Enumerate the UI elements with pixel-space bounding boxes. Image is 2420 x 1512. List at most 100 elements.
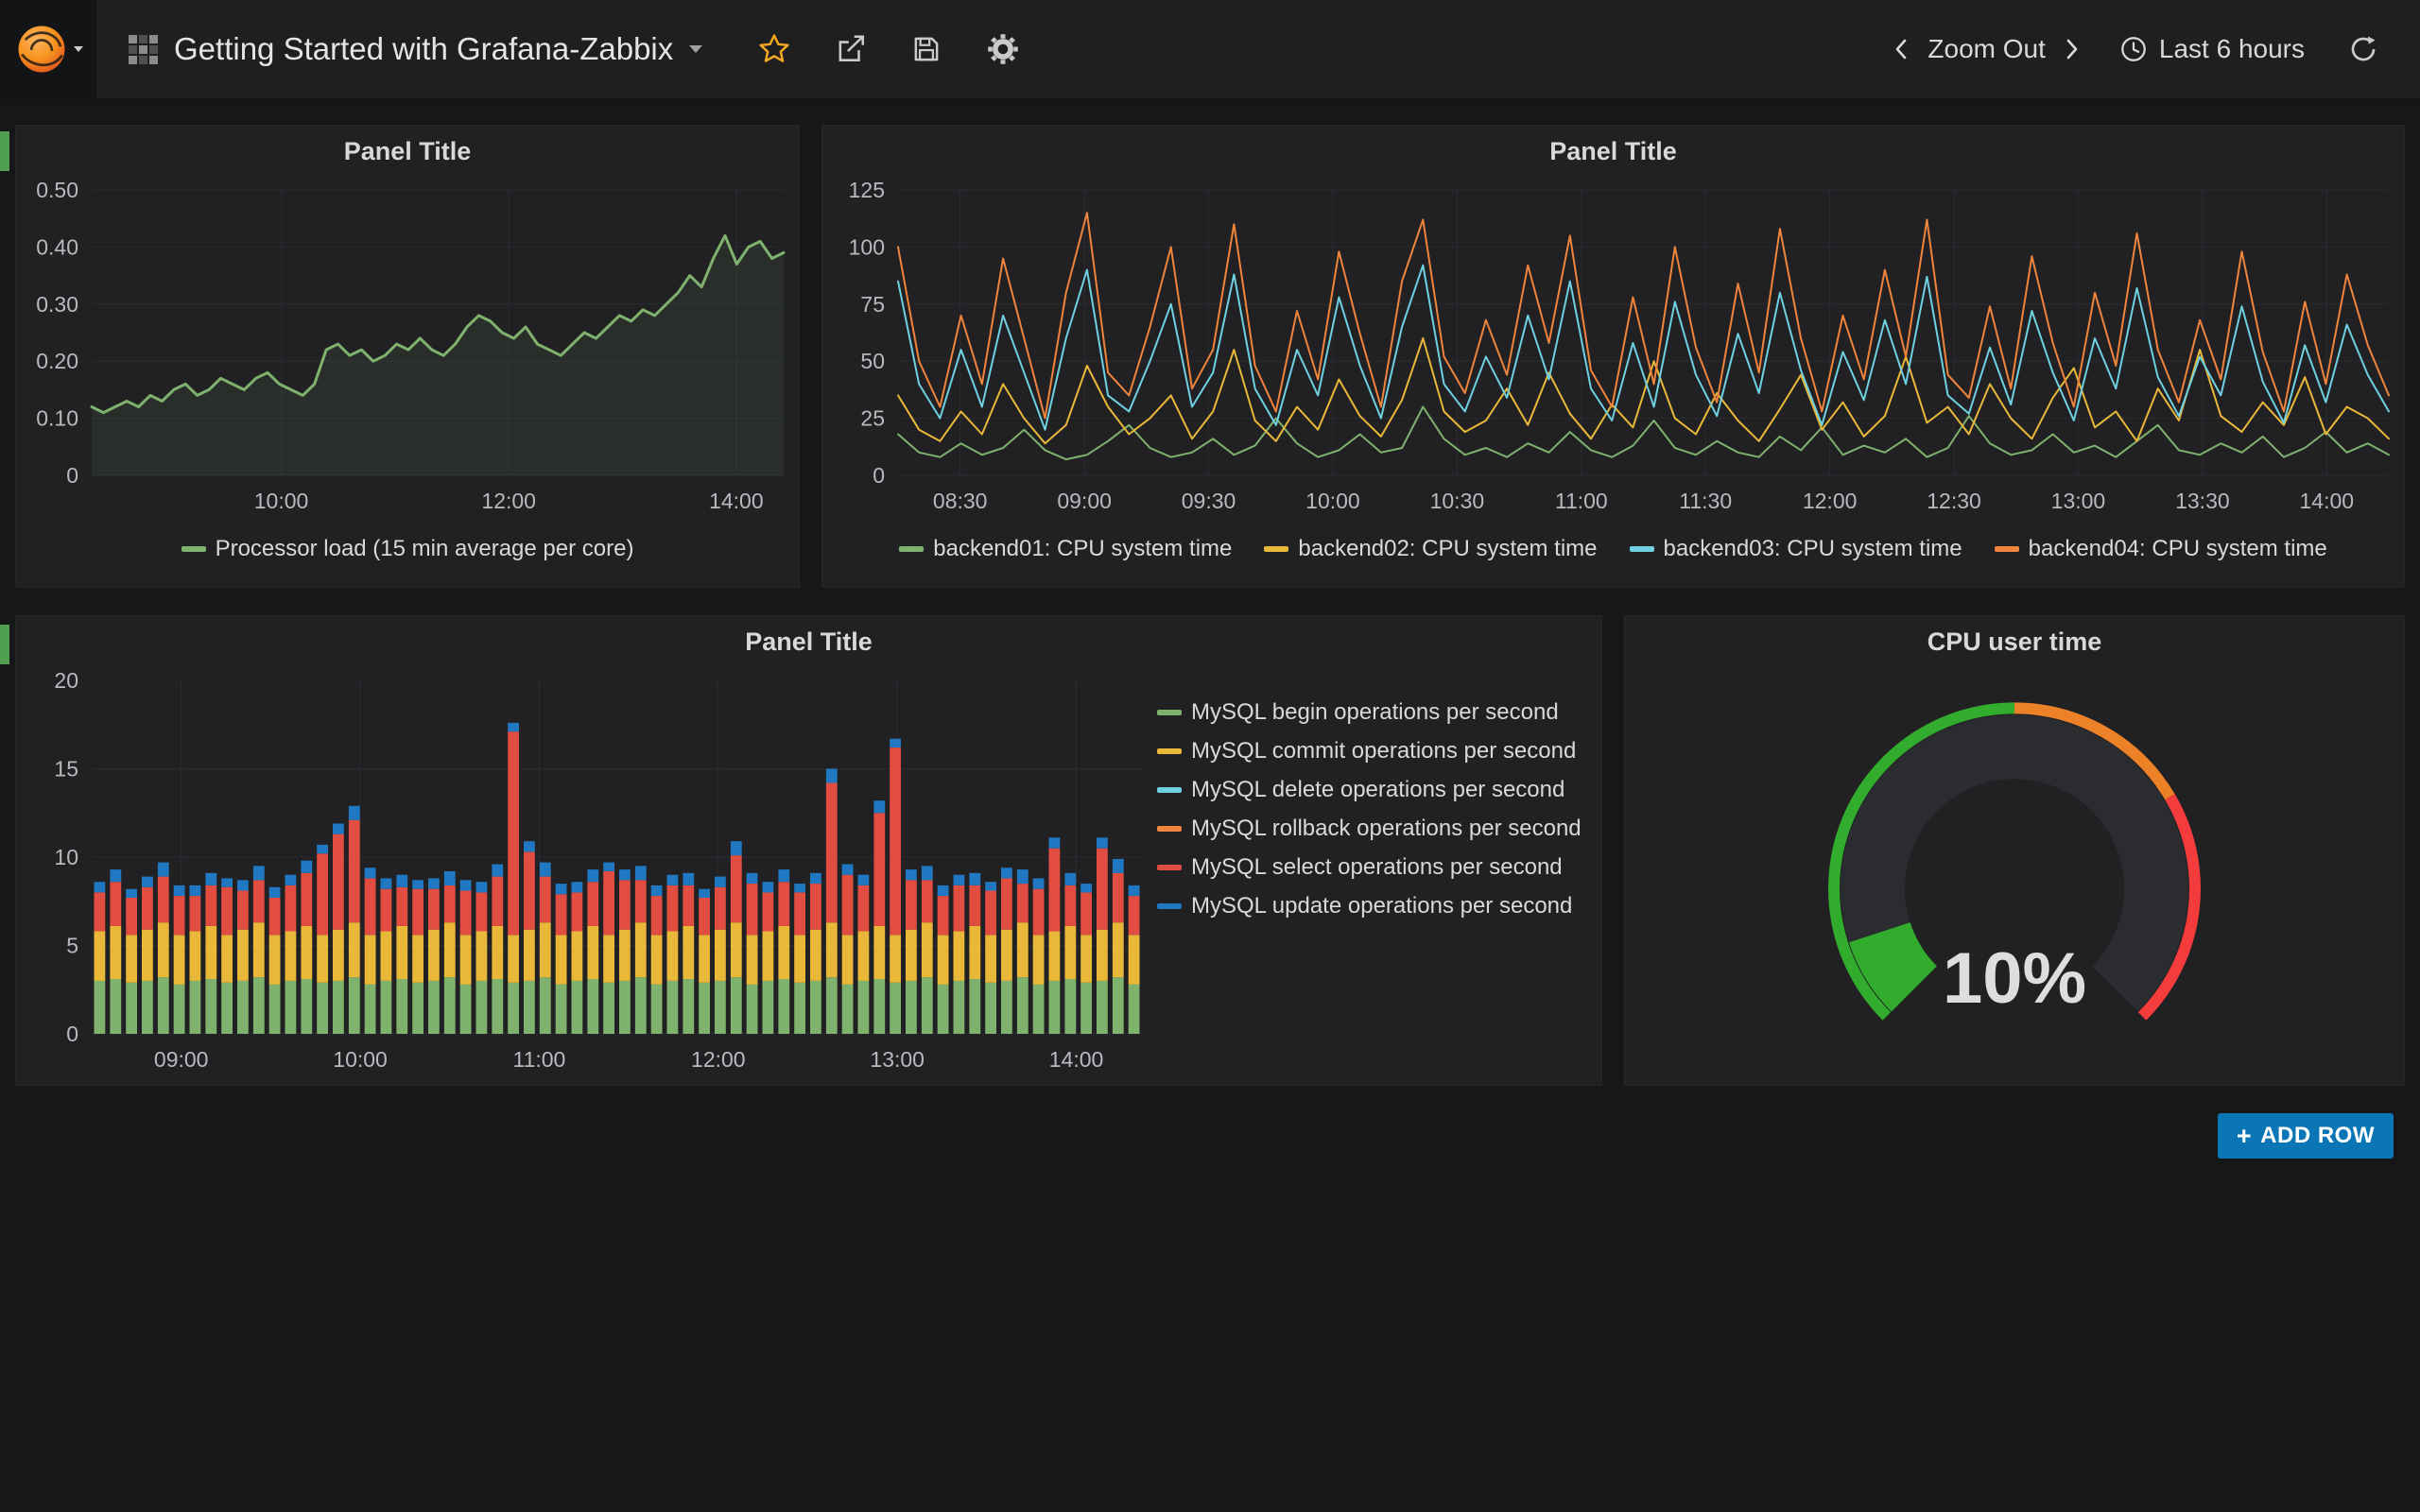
- save-icon: [910, 33, 942, 65]
- plus-icon: +: [2237, 1124, 2252, 1149]
- svg-text:13:30: 13:30: [2175, 489, 2230, 513]
- legend-item[interactable]: MySQL commit operations per second: [1157, 738, 1588, 765]
- time-range-label: Last 6 hours: [2159, 34, 2305, 64]
- svg-text:10:00: 10:00: [1305, 489, 1360, 513]
- svg-text:100: 100: [849, 234, 885, 259]
- legend-label: Processor load (15 min average per core): [216, 536, 634, 562]
- dashboard-title-dropdown[interactable]: Getting Started with Grafana-Zabbix: [129, 0, 702, 98]
- svg-text:0.20: 0.20: [36, 349, 78, 373]
- cpu-user-time-gauge[interactable]: 10%: [1625, 665, 2404, 1087]
- navbar: Getting Started with Grafana-Zabbix: [0, 0, 2420, 99]
- svg-text:5: 5: [66, 934, 78, 958]
- settings-button[interactable]: [986, 32, 1020, 66]
- svg-text:11:00: 11:00: [1555, 489, 1608, 513]
- panel-processor-load: Panel Title 10:00 12:00 14:00 0 0.10 0.20 0.30…: [15, 125, 800, 588]
- svg-text:09:00: 09:00: [154, 1047, 209, 1072]
- legend-swatch: [1157, 865, 1182, 870]
- svg-text:0: 0: [873, 463, 885, 488]
- svg-text:50: 50: [860, 349, 885, 373]
- dashboard-grid: Panel Title 10:00 12:00 14:00 0 0.10 0.20 0.30…: [0, 99, 2420, 1159]
- panel-mysql-operations: Panel Title 09:00 10:00 11:00 12:00 13:00 14:…: [15, 615, 1602, 1086]
- zoom-out-button[interactable]: Zoom Out: [1927, 34, 2045, 64]
- svg-text:11:30: 11:30: [1679, 489, 1732, 513]
- save-button[interactable]: [910, 33, 942, 65]
- legend-item[interactable]: Processor load (15 min average per core): [182, 536, 634, 562]
- legend-item[interactable]: MySQL begin operations per second: [1157, 699, 1588, 726]
- chart-legend: Processor load (15 min average per core): [16, 536, 799, 562]
- gear-icon: [986, 32, 1020, 66]
- legend-label: backend04: CPU system time: [2029, 536, 2327, 562]
- legend-item[interactable]: backend04: CPU system time: [1995, 536, 2327, 562]
- star-button[interactable]: [757, 32, 791, 66]
- legend-swatch: [1157, 903, 1182, 909]
- mysql-operations-chart[interactable]: 09:00 10:00 11:00 12:00 13:00 14:00 0 5 10 15 20: [16, 665, 1157, 1079]
- dashboard-row: Panel Title 10:00 12:00 14:00 0 0.10 0.20 0.30…: [15, 125, 2405, 588]
- svg-text:0.10: 0.10: [36, 406, 78, 431]
- svg-text:09:00: 09:00: [1057, 489, 1112, 513]
- share-button[interactable]: [835, 33, 867, 65]
- time-range-button[interactable]: Last 6 hours: [2119, 34, 2305, 64]
- svg-text:15: 15: [54, 757, 78, 782]
- row-menu-handle[interactable]: [0, 625, 9, 664]
- grafana-app: Getting Started with Grafana-Zabbix: [0, 0, 2420, 1512]
- svg-text:0: 0: [66, 1022, 78, 1046]
- add-row-label: ADD ROW: [2260, 1123, 2375, 1149]
- cpu-system-time-chart[interactable]: 08:3009:0009:3010:0010:3011:0011:3012:00…: [822, 175, 2404, 521]
- legend-item[interactable]: MySQL select operations per second: [1157, 854, 1588, 881]
- processor-load-chart[interactable]: 10:0012:0014:0000.100.200.300.400.50: [16, 175, 799, 521]
- legend-label: MySQL select operations per second: [1191, 854, 1563, 881]
- svg-text:12:00: 12:00: [481, 489, 536, 513]
- svg-text:0: 0: [66, 463, 78, 488]
- legend-item[interactable]: backend02: CPU system time: [1264, 536, 1597, 562]
- panel-title[interactable]: CPU user time: [1625, 616, 2404, 665]
- legend-item[interactable]: backend01: CPU system time: [899, 536, 1232, 562]
- legend-label: backend03: CPU system time: [1664, 536, 1962, 562]
- time-forward-button[interactable]: [2063, 36, 2082, 62]
- panel-title[interactable]: Panel Title: [822, 126, 2404, 175]
- svg-text:10:00: 10:00: [254, 489, 309, 513]
- legend-swatch: [1157, 710, 1182, 715]
- chart-legend: backend01: CPU system time backend02: CPU…: [822, 536, 2404, 562]
- svg-text:13:00: 13:00: [870, 1047, 925, 1072]
- legend-swatch: [1264, 546, 1288, 552]
- dashboard-title: Getting Started with Grafana-Zabbix: [174, 31, 673, 67]
- star-icon: [757, 32, 791, 66]
- legend-swatch: [1157, 787, 1182, 793]
- grafana-menu-button[interactable]: [0, 0, 96, 98]
- legend-label: MySQL rollback operations per second: [1191, 816, 1582, 842]
- svg-text:20: 20: [54, 668, 78, 693]
- caret-down-icon: [689, 45, 702, 53]
- legend-label: MySQL begin operations per second: [1191, 699, 1559, 726]
- time-back-button[interactable]: [1892, 36, 1910, 62]
- dashboard-grid-icon: [129, 35, 158, 64]
- svg-text:14:00: 14:00: [709, 489, 764, 513]
- panel-title[interactable]: Panel Title: [16, 126, 799, 175]
- svg-text:0.30: 0.30: [36, 292, 78, 317]
- legend-item[interactable]: MySQL rollback operations per second: [1157, 816, 1588, 842]
- legend-item[interactable]: backend03: CPU system time: [1630, 536, 1962, 562]
- refresh-button[interactable]: [2348, 34, 2378, 64]
- row-menu-handle[interactable]: [0, 131, 9, 171]
- svg-text:125: 125: [849, 178, 885, 202]
- svg-text:11:00: 11:00: [513, 1047, 566, 1072]
- refresh-icon: [2348, 34, 2378, 64]
- dashboard-row: Panel Title 09:00 10:00 11:00 12:00 13:00 14:…: [15, 615, 2405, 1086]
- svg-text:10: 10: [54, 845, 78, 869]
- legend-label: MySQL delete operations per second: [1191, 777, 1564, 803]
- svg-text:10:00: 10:00: [333, 1047, 388, 1072]
- legend-item[interactable]: MySQL update operations per second: [1157, 893, 1588, 919]
- legend-swatch: [1630, 546, 1654, 552]
- add-row-button[interactable]: + ADD ROW: [2218, 1113, 2394, 1159]
- panel-title[interactable]: Panel Title: [16, 616, 1601, 665]
- legend-item[interactable]: MySQL delete operations per second: [1157, 777, 1588, 803]
- legend-swatch: [182, 546, 206, 552]
- svg-text:14:00: 14:00: [1049, 1047, 1104, 1072]
- zoom-out-label: Zoom Out: [1927, 34, 2045, 64]
- svg-text:12:00: 12:00: [691, 1047, 746, 1072]
- legend-swatch: [899, 546, 924, 552]
- legend-swatch: [1157, 826, 1182, 832]
- legend-swatch: [1157, 748, 1182, 754]
- clock-icon: [2119, 35, 2148, 63]
- svg-text:14:00: 14:00: [2300, 489, 2355, 513]
- legend-label: backend02: CPU system time: [1298, 536, 1597, 562]
